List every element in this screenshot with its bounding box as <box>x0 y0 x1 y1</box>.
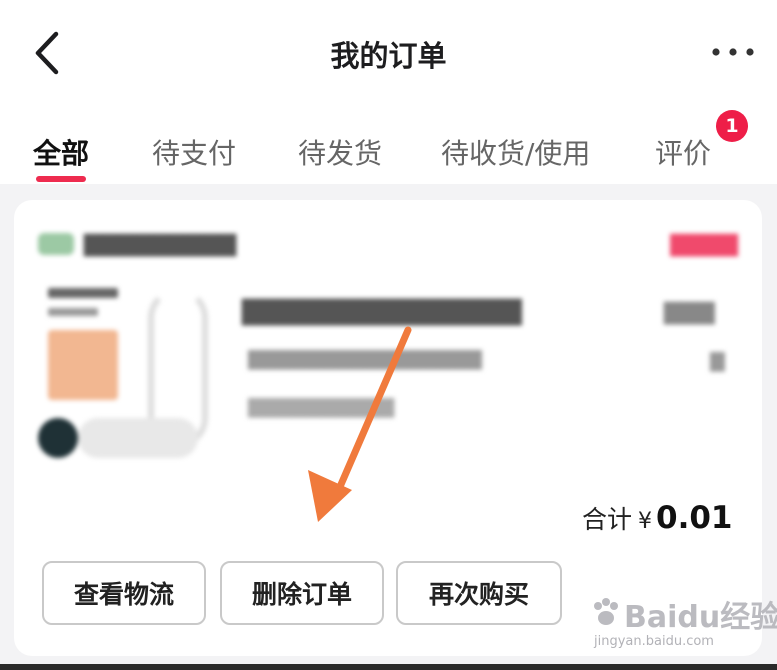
shop-name: ▇▇▇▇▇▇▇▇▇ <box>84 232 237 257</box>
currency-symbol: ¥ <box>638 509 653 534</box>
bottom-edge <box>0 664 777 670</box>
tab-all[interactable]: 全部 <box>33 132 89 172</box>
tab-review[interactable]: 评价 <box>655 132 711 172</box>
product-service-tag: ▇▇▇▇▇▇▇▇▇▇ <box>248 396 395 418</box>
delete-order-button[interactable]: 删除订单 <box>220 561 384 625</box>
order-card[interactable]: ▇▇▇▇▇▇▇▇▇ ▇▇▇▇ ▇▇▇▇▇▇▇▇▇▇▇▇▇▇ ▇▇▇ ▇▇▇▇▇▇… <box>14 200 762 656</box>
more-dots-icon[interactable] <box>708 40 758 64</box>
watermark-brand: Baidu经验 <box>624 600 777 635</box>
tab-pending-receipt[interactable]: 待收货/使用 <box>441 132 590 172</box>
shop-logo-icon <box>38 233 74 255</box>
product-quantity: ▇ <box>710 350 725 372</box>
buy-again-button[interactable]: 再次购买 <box>396 561 562 625</box>
shop-row: ▇▇▇▇▇▇▇▇▇ ▇▇▇▇ <box>38 230 738 262</box>
paw-logo-icon <box>594 598 618 625</box>
product-image[interactable] <box>38 288 208 468</box>
page-title: 我的订单 <box>330 39 447 73</box>
top-nav-bar: 我的订单 <box>0 0 777 110</box>
view-logistics-button[interactable]: 查看物流 <box>42 561 206 625</box>
order-status: ▇▇▇▇ <box>670 232 738 257</box>
total-amount: 0.01 <box>656 500 733 536</box>
product-price: ▇▇▇ <box>664 300 715 325</box>
baidu-watermark: Baidu经验 jingyan.baidu.com <box>590 590 777 656</box>
review-count-badge: 1 <box>716 110 748 142</box>
order-tabs: 全部 待支付 待发货 待收货/使用 评价 <box>0 110 777 184</box>
tab-pending-payment[interactable]: 待支付 <box>152 132 236 172</box>
product-spec: ▇▇▇▇▇▇▇▇▇▇▇▇▇▇▇▇ <box>248 348 482 370</box>
product-name[interactable]: ▇▇▇▇▇▇▇▇▇▇▇▇▇▇ <box>242 296 522 326</box>
tab-pending-shipment[interactable]: 待发货 <box>298 132 382 172</box>
order-total: 合计 ¥0.01 <box>582 500 733 536</box>
watermark-url: jingyan.baidu.com <box>594 634 714 649</box>
active-tab-indicator <box>36 176 86 182</box>
total-label: 合计 <box>582 505 633 534</box>
